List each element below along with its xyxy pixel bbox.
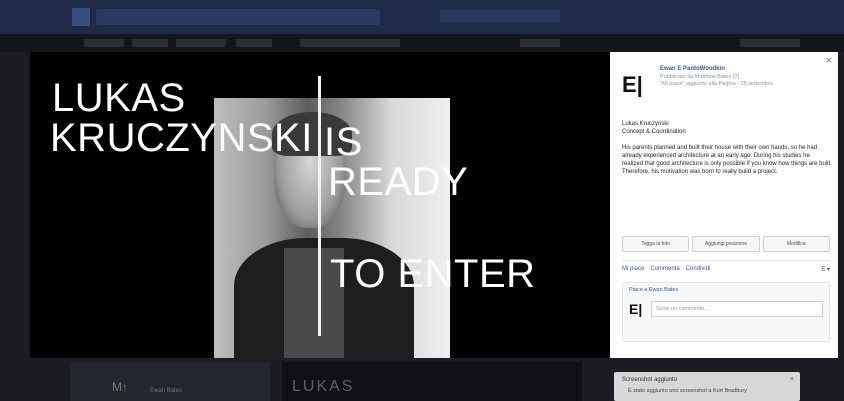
caption-name: Lukas Kruczynski: [622, 121, 669, 127]
sub-nav-bar: [0, 34, 844, 52]
headline-line-4: READY: [328, 160, 469, 204]
page-icon: M↑: [112, 380, 128, 394]
comment-link[interactable]: Commenta: [650, 266, 679, 273]
vertical-divider-line: [318, 76, 321, 336]
commenter-avatar: E|: [629, 301, 643, 317]
like-link[interactable]: Mi piace: [622, 266, 644, 273]
photo-actions: Tagga la foto Aggiungi posizione Modific…: [622, 236, 830, 252]
sub-nav-item[interactable]: [300, 39, 400, 47]
comment-box: Piace a Ewan Bates E| Scrivi un commento…: [622, 282, 830, 342]
feed-name[interactable]: Ewan Bates: [150, 388, 182, 394]
post-meta: Pubblicato da Matthew Bates [?] "Mi piac…: [660, 74, 830, 95]
meta-line-3: ·: [660, 88, 662, 94]
search-input[interactable]: [96, 9, 380, 25]
meta-line-1: Pubblicato da Matthew Bates [?]: [660, 74, 739, 80]
feed-card: [70, 362, 270, 401]
sub-nav-item[interactable]: [236, 39, 272, 47]
caption-body: His parents planned and built their hous…: [622, 145, 832, 175]
sub-nav-item[interactable]: [520, 39, 560, 47]
add-location-button[interactable]: Aggiungi posizione: [692, 236, 760, 252]
meta-line-2: "Mi piace" aggiunto alla Pagina · 25 set…: [660, 81, 773, 87]
share-link[interactable]: Condividi: [686, 266, 711, 273]
headline-line-3: IS: [324, 120, 363, 164]
headline-line-5: TO ENTER: [330, 252, 536, 296]
toast-body: È stato aggiunto uno screenshot a Kurt B…: [628, 388, 747, 394]
close-icon[interactable]: ×: [826, 55, 832, 67]
feed-text: LUKAS: [292, 378, 355, 395]
screenshot-toast: Screenshot aggiunto È stato aggiunto uno…: [614, 372, 800, 401]
toast-title: Screenshot aggiunto: [622, 377, 678, 383]
comment-input[interactable]: Scrivi un commento...: [651, 301, 823, 317]
sub-nav-item[interactable]: [84, 39, 124, 47]
reaction-bar: Mi piace Commenta Condividi E ▾: [622, 266, 830, 273]
sub-nav-item[interactable]: [176, 39, 226, 47]
post-as-menu[interactable]: E ▾: [821, 266, 830, 273]
likes-summary[interactable]: Piace a Ewan Bates: [629, 287, 678, 293]
sub-nav-item[interactable]: [740, 39, 800, 47]
page-name-link[interactable]: Ewan E PantoWoodkin: [660, 66, 725, 72]
top-nav-bar: [0, 0, 844, 34]
divider: [622, 260, 830, 261]
caption-role: Concept & Coordination: [622, 129, 686, 135]
photo-side-panel: × E| Ewan E PantoWoodkin Pubblicato da M…: [610, 52, 838, 358]
headline-line-1: LUKAS: [52, 76, 186, 120]
post-caption: Lukas Kruczynski Concept & Coordination …: [622, 120, 832, 176]
facebook-logo-icon[interactable]: [72, 8, 90, 26]
tag-photo-button[interactable]: Tagga la foto: [622, 236, 690, 252]
toast-close-icon[interactable]: ×: [790, 376, 794, 383]
edit-button[interactable]: Modifica: [762, 236, 830, 252]
top-nav-links[interactable]: [440, 10, 560, 22]
page-avatar[interactable]: E|: [622, 72, 650, 100]
headline-line-2: KRUCZYNSKI: [50, 116, 313, 160]
sub-nav-item[interactable]: [132, 39, 168, 47]
photo-viewer[interactable]: LUKAS KRUCZYNSKI IS READY TO ENTER: [30, 52, 610, 358]
